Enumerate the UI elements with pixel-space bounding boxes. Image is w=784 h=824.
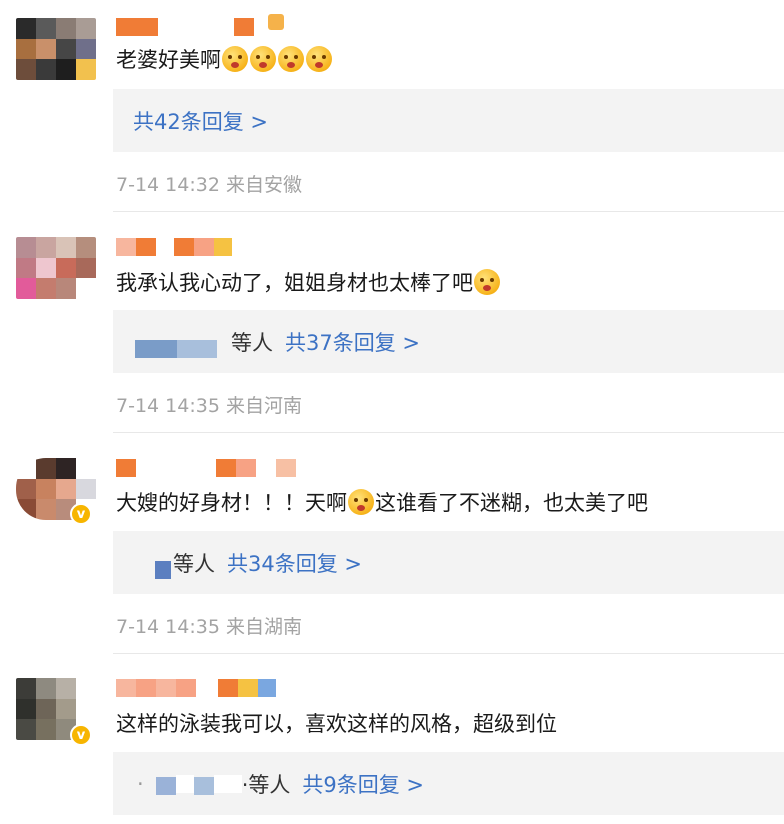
comment-text: 我承认我心动了，姐姐身材也太棒了吧 [116, 268, 501, 298]
username-masked[interactable] [116, 459, 296, 477]
surprised-face-emoji-icon [278, 46, 304, 72]
timestamp: 7-14 14:32 [116, 174, 220, 196]
username-masked[interactable] [116, 238, 232, 256]
location: 来自河南 [225, 395, 302, 417]
verified-v-icon: v [70, 724, 92, 746]
username-masked[interactable] [116, 679, 276, 697]
avatar[interactable] [16, 18, 96, 80]
comment-text: 这样的泳装我可以，喜欢这样的风格，超级到位 [116, 712, 557, 736]
divider [113, 432, 784, 433]
divider [113, 211, 784, 212]
surprised-face-emoji-icon [250, 46, 276, 72]
avatar[interactable] [16, 237, 96, 299]
username-masked[interactable] [116, 14, 284, 36]
divider [113, 653, 784, 654]
timestamp: 7-14 14:35 [116, 616, 220, 638]
reply-summary[interactable]: 等人 共37条回复 > [113, 310, 784, 373]
location: 来自安徽 [225, 174, 302, 196]
replier-name-masked [175, 774, 194, 793]
reply-count-link[interactable]: 共42条回复 > [133, 106, 268, 136]
repliers[interactable]: 等人 [135, 326, 273, 358]
comment-text: 老婆好美啊 [116, 45, 333, 75]
replier-name-masked [155, 560, 171, 579]
replier-name-masked [177, 339, 217, 358]
location: 来自湖南 [225, 616, 302, 638]
reply-summary[interactable]: 共42条回复 > [113, 89, 784, 152]
replier-name-masked [193, 776, 214, 795]
surprised-face-emoji-icon [348, 489, 374, 515]
verified-v-icon: v [70, 503, 92, 525]
surprised-face-emoji-icon [306, 46, 332, 72]
reply-count-link[interactable]: 共9条回复 > [302, 769, 424, 799]
replier-name-masked [213, 774, 242, 793]
replier-name-masked [155, 776, 176, 795]
reply-summary[interactable]: · ·等人 共9条回复 > [113, 752, 784, 815]
timestamp: 7-14 14:35 [116, 395, 220, 417]
reply-count-link[interactable]: 共37条回复 > [285, 327, 420, 357]
repliers[interactable]: · ·等人 [137, 769, 290, 799]
replier-name-masked [135, 339, 177, 358]
comment-meta: 7-14 14:32 来自安徽 [116, 170, 302, 197]
reply-summary[interactable]: 等人 共34条回复 > [113, 531, 784, 594]
surprised-face-emoji-icon [474, 269, 500, 295]
badge-icon [268, 14, 284, 30]
comment-meta: 7-14 14:35 来自湖南 [116, 612, 302, 639]
reply-count-link[interactable]: 共34条回复 > [227, 548, 362, 578]
comment-meta: 7-14 14:35 来自河南 [116, 391, 302, 418]
comment-text: 大嫂的好身材！！！天啊 这谁看了不迷糊，也太美了吧 [116, 489, 648, 515]
surprised-face-emoji-icon [222, 46, 248, 72]
repliers[interactable]: 等人 [155, 547, 215, 579]
